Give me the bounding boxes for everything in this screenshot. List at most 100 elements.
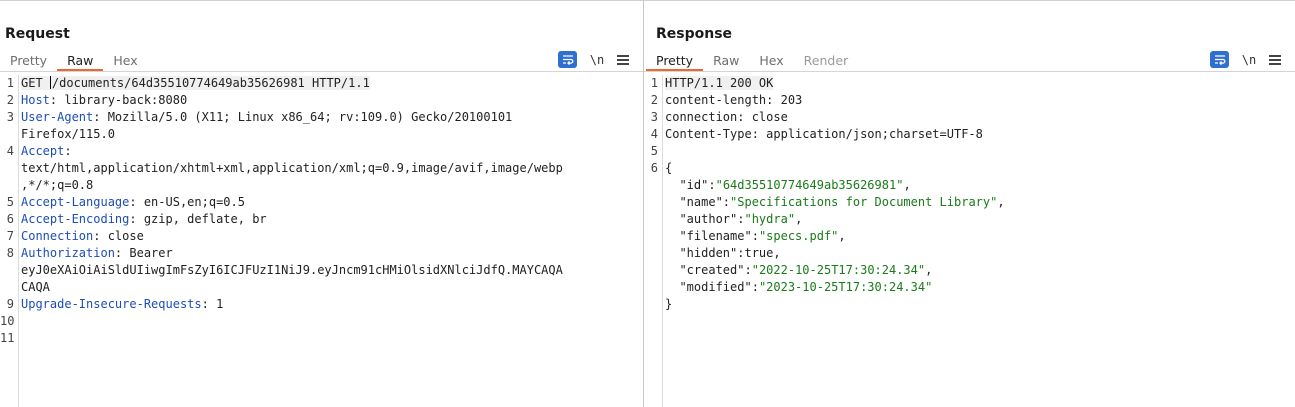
line-key: "name" [665,195,723,209]
line-value: : [722,195,731,209]
request-line: 11 [0,330,631,347]
line-number: 7 [6,229,14,243]
line-key: "modified" [665,280,752,294]
line-text: "created":"2022-10-25T17:30:24.34", [665,263,932,277]
line-text: "name":"Specifications for Document Libr… [665,195,1004,209]
line-value: ,*/*;q=0.8 [21,178,94,192]
request-pane: Request Pretty Raw Hex \n 1 GET /document… [0,0,643,407]
request-wrap-lines-button[interactable] [558,51,577,68]
response-code[interactable]: 1 HTTP/1.1 200 OK 2 content-length: 203 3 con… [644,75,1283,313]
request-line: CAQA [0,279,631,296]
request-line: ,*/*;q=0.8 [0,177,631,194]
line-text: "id":"64d35510774649ab35626981", [665,178,910,192]
line-value: content-length: 203 [665,93,803,107]
line-number: 5 [650,144,658,158]
response-tabs: Pretty Raw Hex Render [646,49,858,71]
request-toolbar: \n [558,51,629,68]
line-value: text/html,application/xhtml+xml,applicat… [21,161,563,175]
line-text: Accept-Encoding: gzip, deflate, br [21,212,267,226]
line-text: "filename":"specs.pdf", [665,229,846,243]
response-editor[interactable]: 1 HTTP/1.1 200 OK 2 content-length: 203 3 con… [644,75,1295,407]
response-title: Response [656,26,733,42]
line-text: connection: close [665,110,788,124]
line-text: Connection: close [21,229,144,243]
line-value: : 1 [201,297,224,311]
line-key: "author" [665,212,738,226]
line-text: ,*/*;q=0.8 [21,178,93,192]
line-key: "hidden" [665,246,738,260]
line-text: Authorization: Bearer [21,246,173,260]
line-string: "2023-10-25T17:30:24.34" [758,280,933,294]
request-line: 3 User-Agent: Mozilla/5.0 (X11; Linux x86… [0,109,631,126]
request-tab-raw[interactable]: Raw [57,49,104,71]
line-number: 11 [0,331,15,345]
response-line: 3 connection: close [644,109,1283,126]
request-tab-hex[interactable]: Hex [103,49,147,71]
request-title: Request [5,26,70,42]
line-string: "Specifications for Document Library" [730,195,998,209]
response-line: 6{ [644,160,1283,177]
line-number: 1 [6,76,14,90]
request-line: 6 Accept-Encoding: gzip, deflate, br [0,211,631,228]
line-value: : [744,263,752,277]
response-line: "id":"64d35510774649ab35626981", [644,177,1283,194]
request-menu-icon[interactable] [617,54,629,65]
line-key: User-Agent [21,110,94,124]
line-text: Content-Type: application/json;charset=U… [665,127,983,141]
response-show-newlines-button[interactable]: \n [1240,53,1258,67]
line-value: Firefox/115.0 [21,127,115,141]
request-line: 2 Host: library-back:8080 [0,92,631,109]
response-line: 1 HTTP/1.1 200 OK [644,75,1283,92]
line-key: "created" [665,263,745,277]
line-key: Accept [21,144,65,158]
response-toolbar: \n [1210,51,1281,68]
response-line: "filename":"specs.pdf", [644,228,1283,245]
line-value: : [751,229,759,243]
response-line: "created":"2022-10-25T17:30:24.34", [644,262,1283,279]
line-value: : [64,144,72,158]
line-tail: , [838,229,846,243]
line-number: 6 [650,161,658,175]
request-show-newlines-button[interactable]: \n [588,53,606,67]
response-tab-hex[interactable]: Hex [749,49,793,71]
line-text: "modified":"2023-10-25T17:30:24.34" [665,280,932,294]
response-tab-render[interactable]: Render [794,49,859,71]
line-key: Authorization [21,246,115,260]
line-key: Host [21,93,50,107]
line-tail: , [925,263,933,277]
response-pane: Response Pretty Raw Hex Render \n 1 HTTP/… [644,0,1295,407]
response-menu-icon[interactable] [1269,54,1281,65]
line-text: eyJ0eXAiOiAiSldUIiwgImFsZyI6ICJFUzI1NiJ9… [21,263,563,277]
response-line: "author":"hydra", [644,211,1283,228]
line-text: "author":"hydra", [665,212,802,226]
line-value: : library-back:8080 [49,93,188,107]
line-number: 10 [0,314,15,328]
line-value: } [665,297,673,311]
line-value: connection: close [665,110,788,124]
line-text: text/html,application/xhtml+xml,applicat… [21,161,563,175]
response-line: 4 Content-Type: application/json;charset=… [644,126,1283,143]
response-line: "name":"Specifications for Document Libr… [644,194,1283,211]
line-key: "id" [665,178,709,192]
request-code[interactable]: 1 GET /documents/64d35510774649ab35626981… [0,75,631,347]
request-tab-divider [0,71,643,72]
request-editor[interactable]: 1 GET /documents/64d35510774649ab35626981… [0,75,643,407]
line-string: "specs.pdf" [758,229,839,243]
line-text: } [665,297,672,311]
line-key: Accept-Encoding [21,212,130,226]
line-text: Accept-Language: en-US,en;q=0.5 [21,195,245,209]
line-key: Accept-Language [21,195,130,209]
line-value: : Bearer [114,246,173,260]
response-tab-pretty[interactable]: Pretty [646,49,704,71]
line-text: "hidden":true, [665,246,780,260]
request-line: 9 Upgrade-Insecure-Requests: 1 [0,296,631,313]
line-value: CAQA [21,280,50,294]
response-tab-raw[interactable]: Raw [703,49,749,71]
request-line: 1 GET /documents/64d35510774649ab35626981… [0,75,631,92]
response-wrap-lines-button[interactable] [1210,51,1229,68]
line-value: HTTP/1.1 200 OK [665,76,774,90]
request-line: 8 Authorization: Bearer [0,245,631,262]
line-number: 3 [6,110,14,124]
line-number: 2 [650,93,658,107]
request-tab-pretty[interactable]: Pretty [0,49,57,71]
